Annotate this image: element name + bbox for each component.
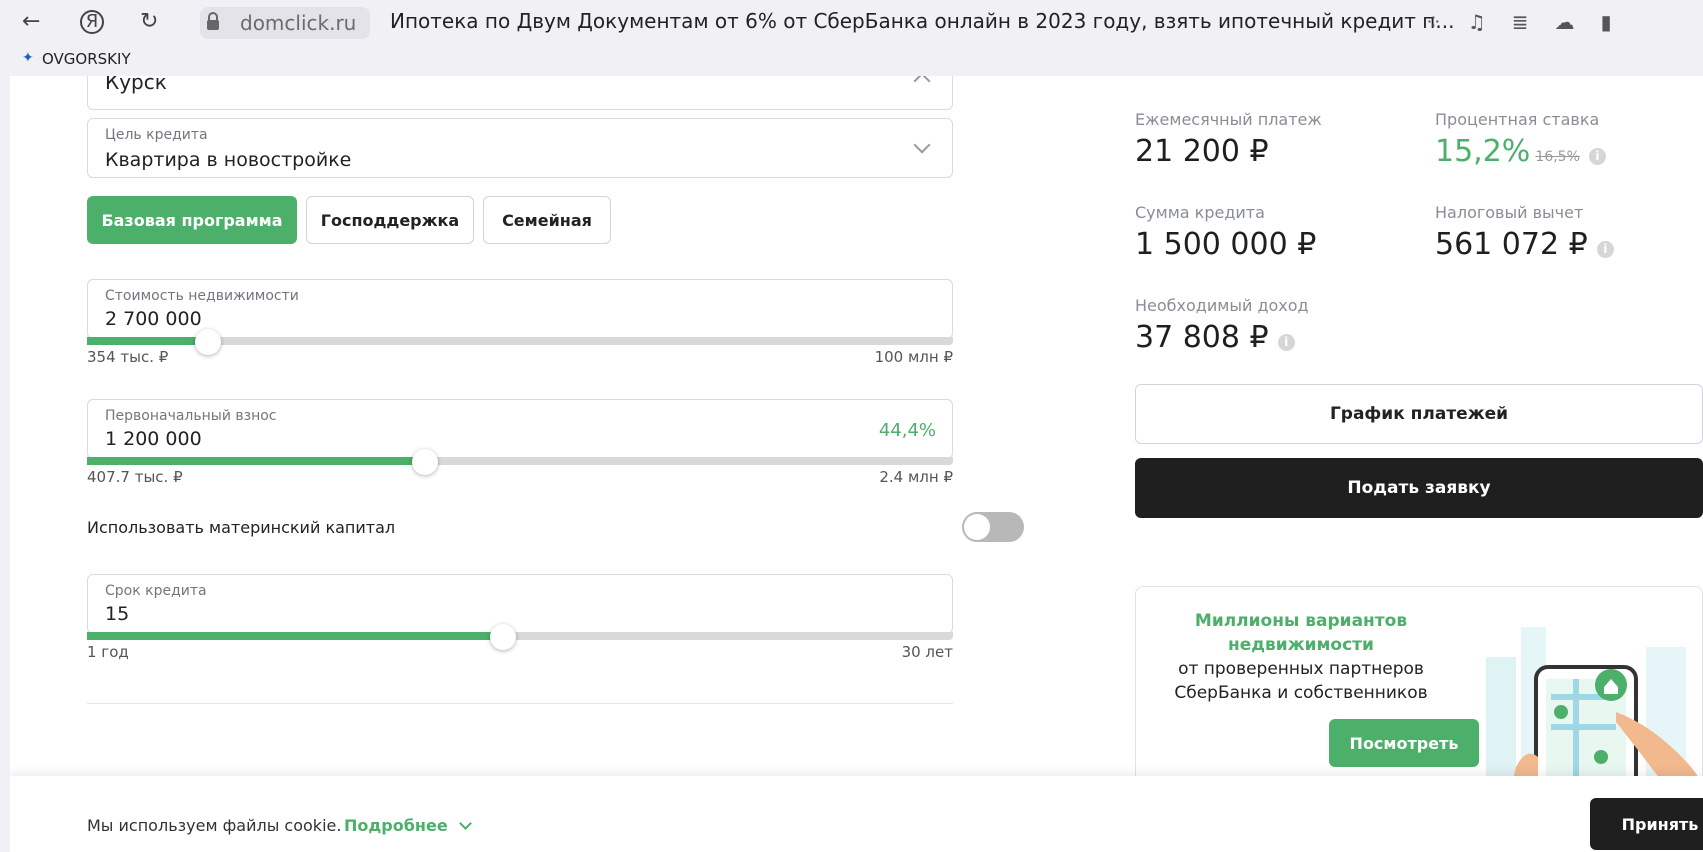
program-base-button[interactable]: Базовая программа [87, 196, 297, 244]
property-cost-value: 2 700 000 [105, 308, 202, 330]
loan-term-value: 15 [105, 603, 130, 625]
interest-rate-label: Процентная ставка [1435, 110, 1600, 129]
monthly-payment-label: Ежемесячный платеж [1135, 110, 1322, 129]
interest-rate-old: 16,5% [1535, 149, 1580, 165]
divider [87, 703, 953, 704]
downpayment-min: 407.7 тыс. ₽ [87, 468, 183, 486]
cookie-more-label: Подробнее [344, 816, 448, 835]
downpayment-slider-thumb[interactable] [412, 449, 438, 475]
cookie-accept-button[interactable]: Принять [1590, 798, 1703, 850]
page-content: Курск Цель кредита Квартира в новостройк… [10, 76, 1703, 852]
interest-rate-value: 15,2% [1435, 134, 1531, 169]
cookie-more-link[interactable]: Подробнее [344, 816, 473, 835]
promo-text: Миллионы вариантов недвижимости от прове… [1136, 609, 1466, 705]
tax-deduction-value: 561 072 ₽ [1435, 227, 1588, 262]
city-value: Курск [105, 76, 167, 94]
tax-deduction: 561 072 ₽ i [1435, 227, 1614, 262]
loan-term-label: Срок кредита [105, 583, 207, 599]
goal-value: Квартира в новостройке [105, 149, 352, 171]
downpayment-label: Первоначальный взнос [105, 408, 277, 424]
required-income-value: 37 808 ₽ [1135, 320, 1269, 355]
back-arrow-icon[interactable]: ← [22, 8, 40, 36]
promo-banner: Миллионы вариантов недвижимости от прове… [1135, 586, 1703, 786]
chevron-down-icon [913, 136, 931, 154]
extensions-icon[interactable]: ⁘ [1425, 10, 1442, 34]
loan-term-max: 30 лет [901, 643, 953, 661]
downpayment-field[interactable]: Первоначальный взнос 1 200 000 44,4% [87, 399, 953, 459]
lock-icon [207, 12, 219, 30]
payment-schedule-button[interactable]: График платежей [1135, 384, 1703, 444]
promo-line-4: СберБанка и собственников [1174, 683, 1428, 703]
promo-view-button[interactable]: Посмотреть [1329, 719, 1479, 767]
city-field[interactable]: Курск [87, 76, 953, 110]
loan-term-slider-fill [87, 632, 503, 640]
promo-line-1: Миллионы вариантов [1194, 611, 1408, 631]
loan-goal-select[interactable]: Цель кредита Квартира в новостройке [87, 118, 953, 178]
goal-label: Цель кредита [105, 127, 208, 143]
bookmark-icon[interactable]: ▮ [1600, 10, 1611, 34]
reload-icon[interactable]: ↻ [140, 8, 158, 36]
loan-term-slider[interactable] [87, 624, 953, 650]
required-income: 37 808 ₽ i [1135, 320, 1295, 355]
toolbar-icons: ⁘ ♫ ≣ ☁ ▮ [1425, 10, 1611, 34]
downpayment-slider-fill [87, 457, 425, 465]
headphones-icon[interactable]: ♫ [1468, 10, 1486, 34]
property-cost-min: 354 тыс. ₽ [87, 348, 169, 366]
yandex-logo-icon[interactable]: Я [80, 10, 104, 34]
property-cost-max: 100 млн ₽ [874, 348, 953, 366]
reader-mode-icon[interactable]: ≣ [1512, 10, 1529, 34]
loan-term-slider-thumb[interactable] [490, 624, 516, 650]
bookmark-item[interactable]: OVGORSKIY [42, 50, 131, 68]
property-cost-label: Стоимость недвижимости [105, 288, 299, 304]
chevron-down-icon [459, 817, 473, 830]
program-family-button[interactable]: Семейная [483, 196, 611, 244]
tax-deduction-label: Налоговый вычет [1435, 203, 1584, 222]
downpayment-max: 2.4 млн ₽ [879, 468, 953, 486]
url-domain: domclick.ru [240, 11, 357, 35]
property-cost-slider-fill [87, 337, 208, 345]
chevron-up-icon [913, 76, 931, 90]
downpayment-value: 1 200 000 [105, 428, 202, 450]
loan-term-min: 1 год [87, 643, 129, 661]
phone-map-illustration-icon [1486, 627, 1702, 785]
cookie-text: Мы используем файлы cookie. [87, 816, 342, 835]
interest-rate: 15,2% 16,5% i [1435, 134, 1606, 169]
bookmark-logo-icon: ✦ [22, 50, 34, 66]
apply-button[interactable]: Подать заявку [1135, 458, 1703, 518]
bookmarks-bar [0, 46, 1703, 76]
info-icon[interactable]: i [1277, 334, 1295, 351]
browser-toolbar: ← Я ↻ domclick.ru Ипотека по Двум Докуме… [0, 0, 1703, 46]
loan-term-field[interactable]: Срок кредита 15 [87, 574, 953, 634]
promo-line-2: недвижимости [1228, 635, 1374, 655]
downpayment-slider[interactable] [87, 449, 953, 475]
info-icon[interactable]: i [1588, 148, 1606, 165]
protect-icon[interactable]: ☁ [1554, 10, 1574, 34]
page-title: Ипотека по Двум Документам от 6% от Сбер… [390, 9, 1455, 33]
maternity-capital-toggle[interactable] [962, 512, 1024, 542]
monthly-payment-value: 21 200 ₽ [1135, 134, 1269, 169]
loan-amount-value: 1 500 000 ₽ [1135, 227, 1317, 262]
promo-line-3: от проверенных партнеров [1178, 659, 1424, 679]
property-cost-slider-thumb[interactable] [195, 329, 221, 355]
info-icon[interactable]: i [1596, 241, 1614, 258]
property-cost-field[interactable]: Стоимость недвижимости 2 700 000 [87, 279, 953, 339]
property-cost-slider[interactable] [87, 329, 953, 355]
address-bar[interactable]: domclick.ru [200, 7, 371, 39]
loan-amount-label: Сумма кредита [1135, 203, 1265, 222]
program-state-support-button[interactable]: Господдержка [306, 196, 474, 244]
toggle-knob [964, 514, 990, 540]
required-income-label: Необходимый доход [1135, 296, 1309, 315]
cookie-banner: Мы используем файлы cookie. Подробнее Пр… [10, 776, 1703, 852]
maternity-capital-label: Использовать материнский капитал [87, 518, 396, 537]
downpayment-percent: 44,4% [878, 420, 936, 441]
